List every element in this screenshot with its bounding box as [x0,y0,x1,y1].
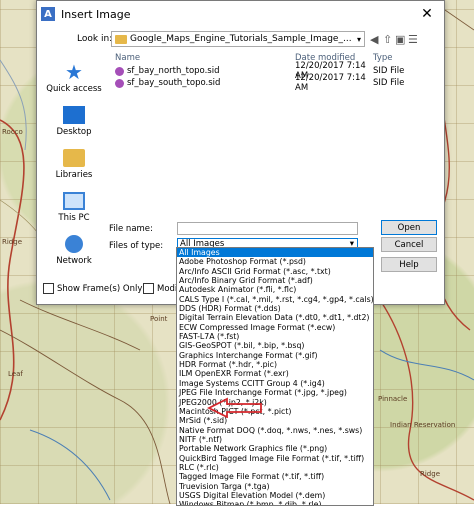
place-network[interactable]: Network [43,223,105,266]
up-folder-icon[interactable]: ⇧ [383,33,392,46]
file-type-option[interactable]: Tagged Image File Format (*.tif, *.tiff) [177,472,373,481]
folder-icon [115,34,127,44]
file-type-option[interactable]: HDR Format (*.hdr, *.pic) [177,360,373,369]
file-type-option[interactable]: GIS-GeoSPOT (*.bil, *.bip, *.bsq) [177,341,373,350]
place-desktop[interactable]: Desktop [43,94,105,137]
libraries-icon [63,149,85,167]
file-row[interactable]: sf_bay_north_topo.sid 12/20/2017 7:14 AM… [109,61,440,81]
map-label: Ridge [2,238,23,246]
file-type: SID File [373,66,405,76]
sid-file-icon [115,66,124,76]
cancel-button[interactable]: Cancel [381,237,437,252]
file-date: 12/20/2017 7:14 AM [295,73,366,93]
file-name-cell: sf_bay_north_topo.sid [109,66,295,76]
file-name-input[interactable] [177,222,358,235]
file-type-option[interactable]: Image Systems CCITT Group 4 (*.ig4) [177,379,373,388]
show-frames-label: Show Frame(s) Only [57,283,143,294]
look-in-label: Look in: [77,34,113,44]
map-label: Pinnacle [378,395,408,403]
file-type-option[interactable]: Digital Terrain Elevation Data (*.dt0, *… [177,313,373,322]
file-name-label: File name: [109,224,153,234]
file-type-option[interactable]: Native Format DOQ (*.doq, *.nws, *.nes, … [177,426,373,435]
network-icon [65,235,83,253]
map-label: Rocco [2,128,23,136]
file-type-option[interactable]: Portable Network Graphics file (*.png) [177,444,373,453]
look-in-row: Look in: Google_Maps_Engine_Tutorials_Sa… [37,31,444,49]
file-list: Name Date modified Type sf_bay_north_top… [109,51,440,211]
map-label: Indian Reservation [390,421,456,429]
place-label: Network [56,256,92,266]
show-frames-checkbox[interactable]: Show Frame(s) Only [43,283,142,294]
files-of-type-label: Files of type: [109,241,164,251]
view-menu-icon[interactable]: ☰ [408,33,418,46]
file-type: SID File [373,78,405,88]
look-in-value: Google_Maps_Engine_Tutorials_Sample_Imag… [130,34,352,44]
file-type-option[interactable]: Windows Bitmap (*.bmp, *.dib, *.rle) [177,500,373,505]
column-type[interactable]: Type [373,53,433,63]
close-icon[interactable]: ✕ [410,1,444,27]
sid-file-icon [115,78,124,88]
file-type-option[interactable]: Arc/Info ASCII Grid Format (*.asc, *.txt… [177,267,373,276]
files-of-type-dropdown-list: All Images Adobe Photoshop Format (*.psd)… [176,247,374,506]
place-this-pc[interactable]: This PC [43,180,105,223]
file-type-option[interactable]: Graphics Interchange Format (*.gif) [177,351,373,360]
file-type-option[interactable]: FAST-L7A (*.fst) [177,332,373,341]
file-type-option[interactable]: RLC (*.rlc) [177,463,373,472]
chevron-down-icon: ▾ [356,34,361,44]
file-type-option[interactable]: NITF (*.ntf) [177,435,373,444]
file-type-option[interactable]: USGS Digital Elevation Model (*.dem) [177,491,373,500]
checkbox-box [43,283,54,294]
file-type-option[interactable]: ILM OpenEXR Format (*.exr) [177,369,373,378]
new-folder-icon[interactable]: ▣ [395,33,405,46]
title-bar[interactable]: A Insert Image [37,1,444,27]
help-button[interactable]: Help [381,257,437,272]
file-type-option[interactable]: Autodesk Animator (*.fli, *.flc) [177,285,373,294]
map-label: Point [150,315,168,323]
file-list-header: Name Date modified Type [109,51,440,65]
pc-icon [63,192,85,210]
place-label: This PC [58,213,90,223]
file-name: sf_bay_south_topo.sid [127,78,221,88]
open-button[interactable]: Open [381,220,437,235]
look-in-select[interactable]: Google_Maps_Engine_Tutorials_Sample_Imag… [111,31,365,47]
annotation-arrow-icon [206,397,262,418]
star-icon: ★ [65,60,83,84]
desktop-icon [63,106,85,124]
file-type-option[interactable]: CALS Type I (*.cal, *.mil, *.rst, *.cg4,… [177,295,373,304]
file-name-cell: sf_bay_south_topo.sid [109,78,295,88]
autocad-app-icon: A [41,7,55,21]
file-type-option[interactable]: Adobe Photoshop Format (*.psd) [177,257,373,266]
map-label: Leaf [8,370,23,378]
file-type-option[interactable]: QuickBird Tagged Image File Format (*.ti… [177,454,373,463]
file-type-option[interactable]: DDS (HDR) Format (*.dds) [177,304,373,313]
place-quick-access[interactable]: ★ Quick access [43,51,105,94]
places-bar: ★ Quick access Desktop Libraries This PC… [43,51,105,266]
checkbox-box [143,283,154,294]
file-row[interactable]: sf_bay_south_topo.sid 12/20/2017 7:14 AM… [109,73,440,93]
column-name[interactable]: Name [109,53,295,63]
place-label: Quick access [46,84,102,94]
map-label: Ridge [420,470,441,478]
place-libraries[interactable]: Libraries [43,137,105,180]
dialog-title: Insert Image [61,7,131,21]
file-name: sf_bay_north_topo.sid [127,66,220,76]
place-label: Libraries [55,170,93,180]
file-type-option[interactable]: Arc/Info Binary Grid Format (*.adf) [177,276,373,285]
place-label: Desktop [56,127,92,137]
back-icon[interactable]: ◀ [370,33,378,46]
file-type-option[interactable]: Truevision Targa (*.tga) [177,482,373,491]
file-type-option[interactable]: All Images [177,248,373,258]
file-type-option[interactable]: ECW Compressed Image Format (*.ecw) [177,323,373,332]
